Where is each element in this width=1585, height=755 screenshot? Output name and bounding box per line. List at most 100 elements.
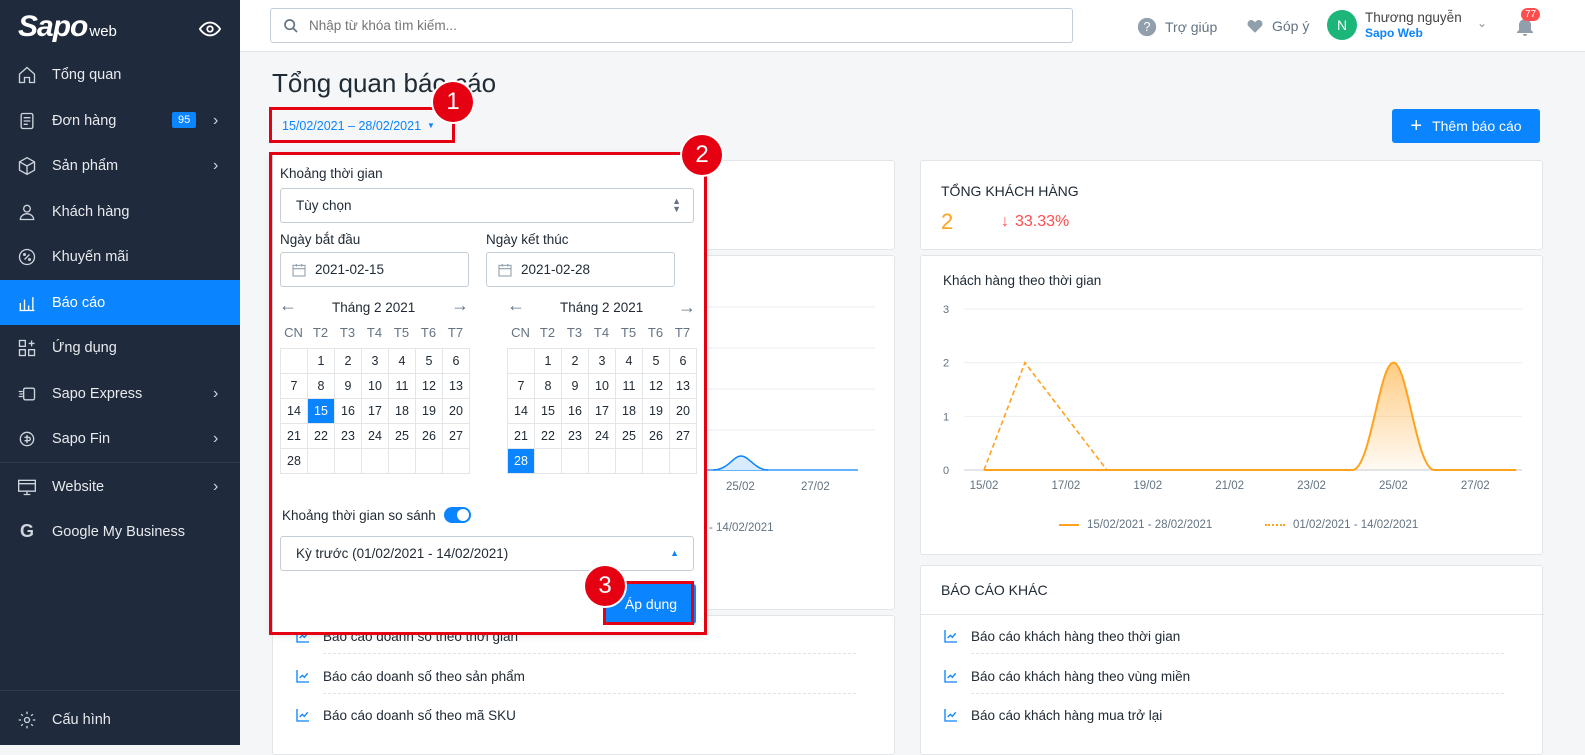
search-icon bbox=[284, 18, 298, 33]
chevron-right-icon: › bbox=[213, 384, 219, 402]
divider bbox=[971, 693, 1504, 694]
report-link[interactable]: Báo cáo khách hàng theo vùng miền bbox=[943, 668, 1190, 684]
card-title: TỔNG KHÁCH HÀNG bbox=[941, 183, 1079, 199]
sidebar-item-label: Tổng quan bbox=[52, 66, 122, 83]
sidebar-item-orders[interactable]: Đơn hàng 95 › bbox=[0, 98, 240, 143]
chart-line-icon bbox=[944, 670, 957, 683]
sidebar-divider bbox=[0, 690, 240, 691]
help-link[interactable]: ? Trợ giúp bbox=[1137, 17, 1217, 37]
svg-text:?: ? bbox=[1144, 20, 1151, 34]
user-icon bbox=[16, 201, 38, 223]
chevron-right-icon: › bbox=[213, 156, 219, 174]
legend-current: 15/02/2021 - 28/02/2021 bbox=[1059, 519, 1212, 531]
x-tick-label: 25/02 bbox=[726, 481, 755, 493]
sidebar-item-website[interactable]: Website › bbox=[0, 464, 240, 509]
report-label: Báo cáo khách hàng theo vùng miền bbox=[971, 668, 1191, 684]
report-label: Báo cáo khách hàng theo thời gian bbox=[971, 628, 1181, 644]
eye-icon[interactable] bbox=[199, 18, 221, 40]
chevron-right-icon: › bbox=[213, 429, 219, 447]
divider bbox=[971, 653, 1504, 654]
sidebar-item-google-my-business[interactable]: G Google My Business bbox=[0, 509, 240, 554]
x-tick-label: 19/02 bbox=[1133, 480, 1162, 492]
report-link[interactable]: Báo cáo doanh số theo sản phẩm bbox=[295, 668, 525, 684]
user-menu[interactable]: N Thương nguyễn Sapo Web ⌄ bbox=[1327, 10, 1487, 40]
legend-swatch-solid bbox=[1059, 524, 1079, 526]
divider bbox=[323, 653, 856, 654]
report-label: Báo cáo khách hàng mua trở lại bbox=[971, 707, 1163, 723]
feedback-link[interactable]: Góp ý bbox=[1246, 17, 1309, 35]
sidebar-item-label: Sapo Fin bbox=[52, 430, 111, 447]
sidebar-item-promotions[interactable]: Khuyến mãi bbox=[0, 234, 240, 279]
divider bbox=[323, 693, 856, 694]
sidebar-divider bbox=[0, 462, 240, 463]
highlight-date-button bbox=[269, 107, 455, 143]
discount-icon bbox=[16, 246, 38, 268]
user-org: Sapo Web bbox=[1365, 26, 1423, 40]
arrow-down-icon: ↓ bbox=[1001, 213, 1009, 230]
feedback-label: Góp ý bbox=[1272, 18, 1310, 34]
report-link[interactable]: Báo cáo khách hàng theo thời gian bbox=[943, 628, 1180, 644]
logo-text: Sapo bbox=[18, 10, 88, 43]
website-icon bbox=[16, 476, 38, 498]
help-icon: ? bbox=[1137, 17, 1157, 37]
divider bbox=[921, 614, 1544, 615]
chart-line-icon bbox=[944, 709, 957, 722]
sidebar-item-label: Khách hàng bbox=[52, 203, 130, 220]
sidebar-item-reports[interactable]: Báo cáo bbox=[0, 280, 240, 325]
search-input[interactable] bbox=[309, 18, 1049, 33]
highlight-popover bbox=[269, 152, 707, 635]
y-tick-label: 1 bbox=[943, 411, 949, 423]
x-tick-label: 27/02 bbox=[801, 481, 830, 493]
delta-indicator: ↓ 33.33% bbox=[1001, 213, 1069, 231]
report-link[interactable]: Báo cáo khách hàng mua trở lại bbox=[943, 707, 1162, 723]
x-tick-label: 25/02 bbox=[1379, 480, 1408, 492]
add-report-label: Thêm báo cáo bbox=[1432, 118, 1522, 134]
sidebar-item-label: Khuyến mãi bbox=[52, 248, 129, 265]
sidebar-item-label: Cấu hình bbox=[52, 711, 111, 728]
left-reports-card: Báo cáo doanh số theo thời gian Báo cáo … bbox=[272, 615, 895, 755]
sidebar-item-products[interactable]: Sản phẩm › bbox=[0, 143, 240, 188]
sidebar-item-apps[interactable]: Ứng dụng bbox=[0, 325, 240, 370]
sidebar-item-overview[interactable]: Tổng quan bbox=[0, 52, 240, 97]
step-marker-3: 3 bbox=[585, 566, 625, 606]
legend-label: 01/02/2021 - 14/02/2021 bbox=[1293, 519, 1419, 531]
customers-chart-card: Khách hàng theo thời gian 0 1 2 3 15/02 17/02… bbox=[920, 255, 1543, 555]
y-tick-label: 0 bbox=[943, 465, 949, 477]
fin-icon bbox=[16, 428, 38, 450]
y-tick-label: 3 bbox=[943, 304, 949, 316]
sapo-logo[interactable]: Sapo web bbox=[18, 10, 117, 46]
step-marker-2: 2 bbox=[682, 135, 722, 175]
notification-badge: 77 bbox=[1521, 8, 1541, 21]
plus-icon: + bbox=[1410, 114, 1423, 137]
sidebar-item-sapo-fin[interactable]: Sapo Fin › bbox=[0, 416, 240, 461]
x-tick-label: 27/02 bbox=[1461, 480, 1490, 492]
add-report-button[interactable]: + Thêm báo cáo bbox=[1392, 109, 1540, 143]
home-icon bbox=[16, 64, 38, 86]
orders-count-badge: 95 bbox=[172, 112, 197, 128]
legend-swatch-dashed bbox=[1265, 524, 1285, 526]
sidebar-item-customers[interactable]: Khách hàng bbox=[0, 189, 240, 234]
sidebar-item-settings[interactable]: Cấu hình bbox=[0, 697, 240, 742]
avatar: N bbox=[1327, 10, 1357, 40]
x-tick-label: 23/02 bbox=[1297, 480, 1326, 492]
report-label: Báo cáo doanh số theo sản phẩm bbox=[323, 668, 525, 684]
other-reports-card: BÁO CÁO KHÁC Báo cáo khách hàng theo thờ… bbox=[920, 565, 1544, 755]
chart-line-icon bbox=[944, 630, 957, 643]
chart-line-icon bbox=[296, 670, 309, 683]
heart-icon bbox=[1247, 19, 1263, 33]
sidebar-item-label: Google My Business bbox=[52, 523, 185, 540]
box-icon bbox=[16, 155, 38, 177]
customers-line-chart: 0 1 2 3 15/02 17/02 19/02 21/02 23/02 25/02 27/02 bbox=[943, 304, 1522, 492]
user-name: Thương nguyễn bbox=[1365, 10, 1462, 25]
other-reports-title: BÁO CÁO KHÁC bbox=[941, 582, 1048, 598]
report-icon bbox=[16, 292, 38, 314]
step-marker-1: 1 bbox=[433, 82, 473, 122]
gear-icon bbox=[16, 709, 38, 731]
report-label: Báo cáo doanh số theo mã SKU bbox=[323, 707, 516, 723]
google-icon: G bbox=[19, 521, 34, 541]
search-box[interactable] bbox=[270, 8, 1073, 43]
x-tick-label: 15/02 bbox=[970, 480, 999, 492]
sidebar: Sapo web Tổng quan Đơn hàng 95 › Sản phẩ… bbox=[0, 0, 240, 745]
sidebar-item-sapo-express[interactable]: Sapo Express › bbox=[0, 371, 240, 416]
report-link[interactable]: Báo cáo doanh số theo mã SKU bbox=[295, 707, 516, 723]
